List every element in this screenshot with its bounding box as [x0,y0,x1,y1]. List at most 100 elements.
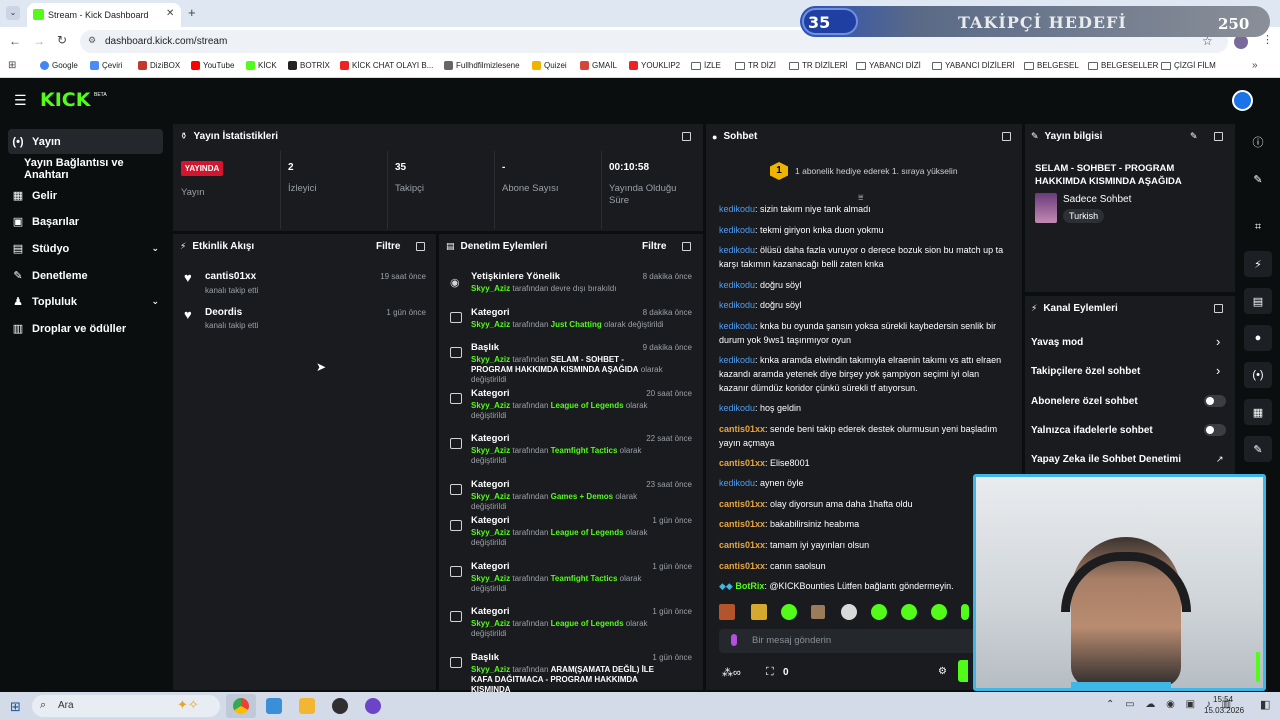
moderator-name[interactable]: Skyy_Aziz [471,492,510,501]
sidebar-item-gelir[interactable]: ▦ Gelir [8,183,163,208]
popout-icon[interactable] [1214,304,1223,313]
bookmark-kick[interactable]: KİCK [246,61,277,70]
chat-username[interactable]: kedikodu [719,355,755,365]
bookmark-yabanci-diziler[interactable]: YABANCI DİZİLERİ [932,61,1015,70]
profile-icon[interactable] [1234,35,1248,49]
bookmark-kick-chat[interactable]: KİCK CHAT OLAYI B... [340,61,433,70]
sidebar-item-stream-key[interactable]: Yayın Bağlantısı ve Anahtarı [20,156,170,181]
category-name[interactable]: Sadece Sohbet [1063,194,1131,205]
chevron-right-icon[interactable]: › [1216,334,1220,349]
emote[interactable] [719,604,735,620]
chat-username[interactable]: kedikodu [719,321,755,331]
notification-icon[interactable]: ◧ [1260,698,1270,711]
moderator-name[interactable]: Skyy_Aziz [471,619,510,628]
sidebar-item-basarilar[interactable]: ▣ Başarılar [8,209,163,234]
document-rail-icon[interactable]: ▤ [1244,288,1272,314]
sidebar-item-studyo[interactable]: ▤ Stüdyo ⌄ [8,236,163,261]
chat-username[interactable]: kedikodu [719,225,755,235]
bookmark-gmail[interactable]: GMAİL [580,61,617,70]
moderator-name[interactable]: Skyy_Aziz [471,320,510,329]
chevron-down-icon[interactable]: ⌄ [151,296,159,307]
chat-username[interactable]: kedikodu [719,280,755,290]
chat-username[interactable]: cantis01xx [719,519,765,529]
emote[interactable] [961,604,969,620]
chat-rail-icon[interactable]: ● [1244,325,1272,351]
slow-mode-label[interactable]: Yavaş mod [1031,337,1083,348]
tab-search-button[interactable]: ⌄ [6,6,20,20]
sidebar-item-droplar[interactable]: ▥ Droplar ve ödüller [8,316,163,341]
obs-icon[interactable] [332,698,348,714]
chat-username[interactable]: kedikodu [719,204,755,214]
popout-icon[interactable] [682,242,691,251]
send-chat-button[interactable] [958,660,968,682]
bookmark-botrix[interactable]: BOTRİX [288,61,330,70]
chat-username[interactable]: cantis01xx [719,424,765,434]
info-icon[interactable]: ⓘ [1244,129,1272,155]
pinned-message[interactable]: 1 abonelik hediye ederek 1. sıraya yükse… [795,166,958,176]
forward-icon[interactable]: → [33,34,45,48]
chat-input[interactable]: Bir mesaj gönderin [719,629,981,653]
chat-username[interactable]: cantis01xx [719,458,765,468]
user-avatar[interactable] [1232,90,1253,111]
sidebar-item-topluluk[interactable]: ♟ Topluluk ⌄ [8,289,163,314]
bookmark-ceviri[interactable]: Çeviri [90,61,122,70]
bookmark-yabanci-dizi[interactable]: YABANCI DİZİ [856,61,921,70]
chat-settings-icon[interactable]: ⚙ [938,666,947,677]
moderator-name[interactable]: Skyy_Aziz [471,284,510,293]
chat-username[interactable]: cantis01xx [719,540,765,550]
crop-icon[interactable]: ⌗ [1244,214,1272,240]
activity-user[interactable]: cantis01xx [205,271,256,282]
emote[interactable] [841,604,857,620]
tab-close-icon[interactable]: ✕ [166,8,174,19]
bookmark-google[interactable]: Google [40,61,78,70]
bookmarks-overflow-icon[interactable]: » [1252,60,1258,71]
edit-icon[interactable]: ✎ [1190,131,1198,142]
emote[interactable] [781,604,797,620]
popout-icon[interactable] [416,242,425,251]
chevron-down-icon[interactable]: ⌄ [151,243,159,254]
bookmark-belgesel[interactable]: BELGESEL [1024,61,1079,70]
bookmark-izle[interactable]: İZLE [691,61,721,70]
site-info-icon[interactable]: ⚙ [88,35,96,46]
activity-filter-button[interactable]: Filtre [376,241,400,252]
bookmark-youklip[interactable]: YOUKLIP2 [629,61,680,70]
wrench-rail-icon[interactable]: ✎ [1244,436,1272,462]
activity-user[interactable]: Deordis [205,307,242,318]
subscribers-only-toggle[interactable] [1204,395,1226,407]
moderator-name[interactable]: Skyy_Aziz [471,574,510,583]
sidebar-item-denetleme[interactable]: ✎ Denetleme [8,263,163,288]
bookmark-tr-dizi[interactable]: TR DİZİ [735,61,776,70]
chat-username[interactable]: kedikodu [719,403,755,413]
bookmark-belgeseller[interactable]: BELGESELLER [1088,61,1158,70]
moderator-name[interactable]: Skyy_Aziz [471,528,510,537]
emotes-only-toggle[interactable] [1204,424,1226,436]
category-thumbnail[interactable] [1035,193,1057,223]
layout-rail-icon[interactable]: ▦ [1244,399,1272,425]
moderator-name[interactable]: Skyy_Aziz [471,355,510,364]
bolt-rail-icon[interactable]: ⚡ [1244,251,1272,277]
sidebar-item-yayin[interactable]: (•) Yayın [8,129,163,154]
bookmark-tr-diziler[interactable]: TR DİZİLERİ [789,61,848,70]
moderator-name[interactable]: Skyy_Aziz [471,446,510,455]
bookmark-cizgi-film[interactable]: ÇİZGİ FİLM [1161,61,1216,70]
chat-username[interactable]: kedikodu [719,478,755,488]
chat-username[interactable]: cantis01xx [719,499,765,509]
back-icon[interactable]: ← [9,34,21,48]
pencil-icon[interactable]: ✎ [1244,166,1272,192]
app-icon[interactable] [365,698,381,714]
chat-username[interactable]: kedikodu [719,300,755,310]
chat-username[interactable]: BotRix [735,581,764,591]
chat-username[interactable]: kedikodu [719,245,755,255]
reload-icon[interactable]: ↻ [57,33,67,47]
moderator-name[interactable]: Skyy_Aziz [471,401,510,410]
apps-grid-icon[interactable]: ⊞ [8,60,16,71]
bookmark-quizei[interactable]: Quizei [532,61,567,70]
gift-icon[interactable]: ⛶ [766,666,774,679]
popout-icon[interactable] [1214,132,1223,141]
bookmark-fullhd[interactable]: Fullhdfilmizlesene [444,61,520,70]
emote[interactable] [901,604,917,620]
emote[interactable] [871,604,887,620]
broadcast-rail-icon[interactable]: (•) [1244,362,1272,388]
emote[interactable] [931,604,947,620]
windows-start-icon[interactable]: ⊞ [10,699,21,715]
